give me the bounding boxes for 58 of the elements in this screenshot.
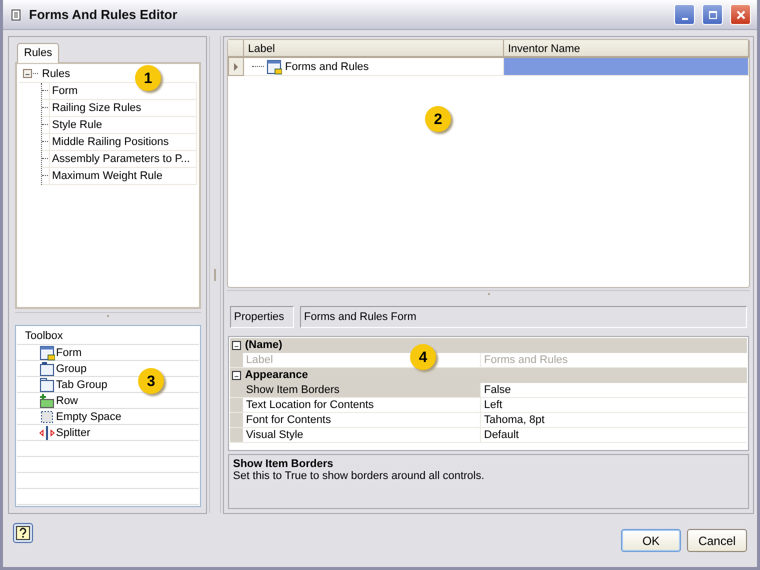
tree-item[interactable]: Middle Railing Positions (49, 134, 196, 150)
header-corner (228, 40, 244, 58)
object-name-field: Forms and Rules Form (300, 306, 747, 328)
property-name[interactable]: Font for Contents (243, 412, 481, 427)
properties-label: Properties (230, 306, 294, 328)
column-header[interactable]: Label (244, 40, 504, 58)
folder-icon (39, 376, 55, 392)
row-header (230, 412, 243, 427)
table-cell[interactable]: Forms and Rules (282, 60, 369, 72)
property-value[interactable]: False (481, 382, 747, 397)
window-icon (266, 58, 282, 74)
tree-item[interactable]: Style Rule (49, 116, 196, 133)
property-name[interactable]: Visual Style (243, 428, 481, 442)
row-header (230, 428, 243, 442)
group-box-icon (39, 360, 55, 376)
row-header (230, 398, 243, 412)
toolbox-item[interactable]: Row (55, 394, 78, 406)
close-button[interactable] (730, 4, 751, 25)
row-plus-icon (39, 392, 55, 408)
description-title: Show Item Borders (233, 458, 334, 470)
category-label[interactable]: Appearance (245, 369, 308, 382)
property-value[interactable]: Left (481, 398, 747, 412)
toolbox-item[interactable]: Form (55, 346, 82, 358)
toolbox-item[interactable]: Tab Group (55, 378, 108, 390)
property-name[interactable]: Show Item Borders (243, 382, 481, 397)
collapse-icon[interactable] (232, 340, 241, 350)
description-text: Set this to True to show borders around all controls. (233, 470, 486, 482)
row-header[interactable] (228, 58, 244, 76)
close-icon (736, 10, 746, 20)
scroll-icon (9, 8, 23, 22)
tree-item[interactable]: Assembly Parameters to P... (49, 150, 196, 167)
tab[interactable]: Rules (17, 42, 60, 63)
property-name[interactable]: Text Location for Contents (243, 398, 481, 412)
collapse-icon[interactable] (232, 370, 241, 380)
column-header[interactable]: Inventor Name (504, 40, 749, 58)
toolbox-item[interactable]: Group (55, 362, 87, 374)
tree-item[interactable]: Railing Size Rules (49, 100, 196, 116)
tree-item[interactable]: Maximum Weight Rule (49, 168, 196, 184)
cancel-button[interactable]: Cancel (687, 529, 747, 552)
window-title: Forms And Rules Editor (29, 7, 178, 22)
toolbox-item[interactable]: Empty Space (55, 410, 122, 422)
table-cell[interactable] (504, 58, 749, 76)
minimize-button[interactable] (674, 4, 695, 25)
ok-button[interactable]: OK (621, 529, 681, 552)
tree-item[interactable]: Rules (40, 66, 72, 82)
help-button[interactable] (13, 523, 33, 543)
current-row-icon (233, 62, 239, 70)
maximize-button[interactable] (702, 4, 723, 25)
toolbox-item[interactable]: Splitter (55, 426, 90, 438)
minimize-icon (682, 18, 688, 20)
help-icon (16, 526, 30, 540)
property-value[interactable]: Tahoma, 8pt (481, 412, 747, 427)
category-label[interactable]: (Name) (245, 339, 282, 352)
splitter-icon (39, 424, 55, 440)
collapse-icon[interactable] (23, 69, 32, 78)
maximize-icon (708, 10, 718, 20)
property-value[interactable]: Default (481, 428, 747, 442)
window-icon (39, 344, 55, 360)
